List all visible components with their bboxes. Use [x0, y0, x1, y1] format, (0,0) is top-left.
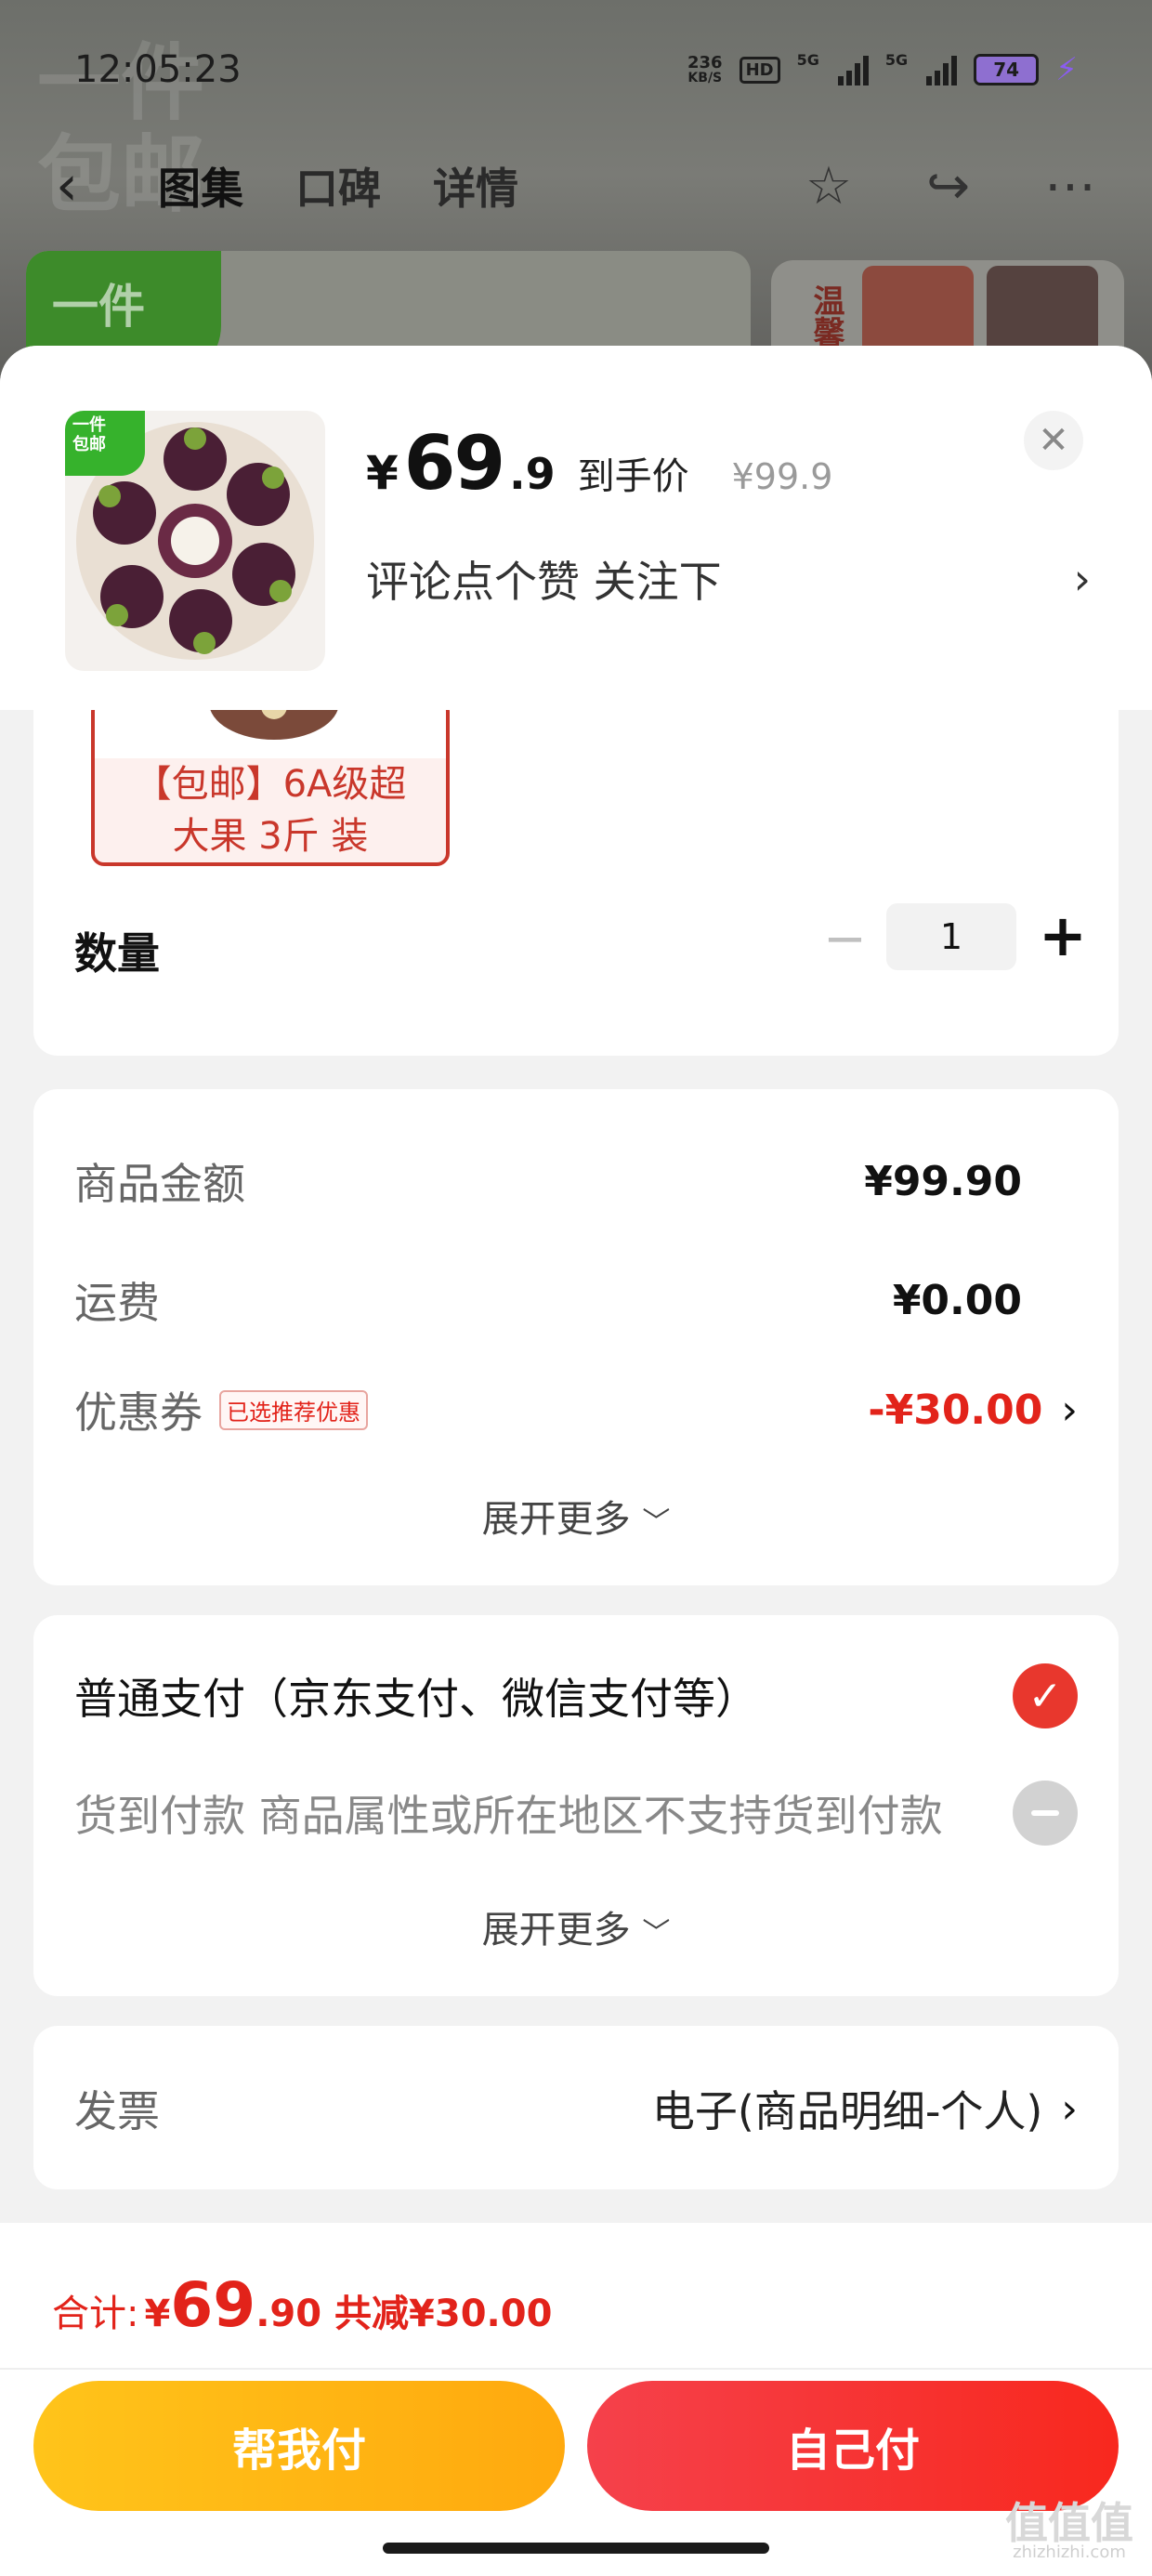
shipping-value: ¥0.00 — [892, 1276, 1022, 1324]
check-icon[interactable]: ✓ — [1013, 1663, 1078, 1728]
signal-icon-2 — [926, 54, 958, 85]
price-decimal: .9 — [509, 449, 556, 499]
nav-tabs: 图集 口碑 详情 — [158, 155, 518, 217]
quantity-decrement-button[interactable]: − — [823, 909, 867, 969]
expand-more-label: 展开更多 — [481, 1909, 631, 1952]
free-shipping-tag: 一件 包邮 — [65, 411, 145, 476]
total-symbol: ¥ — [144, 2293, 171, 2335]
goods-amount-value: ¥99.90 — [864, 1157, 1022, 1205]
payment-card: 普通支付（京东支付、微信支付等） ✓ 货到付款 商品属性或所在地区不支持货到付款… — [33, 1615, 1119, 1996]
expand-more-button[interactable]: 展开更多 ﹀ — [33, 1899, 1119, 1953]
coupon-row[interactable]: 优惠券 已选推荐优惠 -¥30.00 › — [74, 1379, 1078, 1440]
spec-option-selected[interactable]: 【包邮】6A级超 大果 3斤 装 — [91, 699, 450, 866]
hd-icon: HD — [739, 56, 780, 84]
price-row: ¥ 69 .9 到手价 ¥99.9 — [366, 420, 832, 506]
spec-option-image — [95, 703, 446, 758]
coupon-value: -¥30.00 — [868, 1386, 1043, 1434]
watermark-text: 值值值 — [1005, 2498, 1133, 2548]
invoice-row: 发票 电子(商品明细-个人) › — [74, 2078, 1078, 2139]
signal-icon — [837, 54, 869, 85]
battery-level: 74 — [993, 59, 1020, 81]
quantity-input[interactable]: 1 — [886, 903, 1016, 970]
mangosteen-image — [209, 703, 339, 740]
spec-option-label: 【包邮】6A级超 大果 3斤 装 — [95, 758, 446, 862]
disabled-icon — [1013, 1781, 1078, 1846]
tab-details[interactable]: 详情 — [433, 155, 518, 217]
sheet-header: 一件 包邮 ¥ 69 .9 到手价 ¥99.9 ✕ 评论点个赞 关注下 › — [0, 346, 1152, 710]
price-integer: 69 — [403, 420, 505, 506]
cost-card: 商品金额 ¥99.90 运费 ¥0.00 优惠券 已选推荐优惠 -¥30.00 … — [33, 1089, 1119, 1585]
coupon-badge: 已选推荐优惠 — [219, 1389, 368, 1430]
invoice-value: 电子(商品明细-个人) — [651, 2086, 1043, 2136]
home-indicator[interactable] — [383, 2543, 769, 2554]
network-speed-value: 236 — [687, 53, 723, 72]
goods-amount-label: 商品金额 — [74, 1159, 245, 1209]
charging-icon: ⚡ — [1055, 51, 1078, 88]
share-icon[interactable]: ↪ — [926, 156, 970, 217]
coupon-label-group: 优惠券 已选推荐优惠 — [74, 1379, 368, 1440]
status-indicators: 236 KB/S HD 5G 5G 74 ⚡ — [687, 51, 1078, 88]
payment-option-normal-label: 普通支付（京东支付、微信支付等） — [74, 1674, 758, 1724]
status-bar: 12:05:23 236 KB/S HD 5G 5G 74 ⚡ — [0, 37, 1152, 102]
selected-spec-text: 评论点个赞 关注下 — [366, 557, 722, 607]
invoice-value-group: 电子(商品明细-个人) › — [652, 2078, 1078, 2139]
goods-amount-row: 商品金额 ¥99.90 — [74, 1150, 1078, 1212]
coupon-label: 优惠券 — [74, 1387, 203, 1438]
coupon-value-group: -¥30.00 › — [868, 1387, 1078, 1434]
tab-reviews[interactable]: 口碑 — [295, 155, 381, 217]
network-speed-unit: KB/S — [687, 71, 723, 85]
tab-gallery[interactable]: 图集 — [158, 155, 243, 217]
close-icon[interactable]: ✕ — [1024, 411, 1083, 470]
chevron-down-icon: ﹀ — [642, 1506, 671, 1539]
divider — [0, 2368, 1152, 2370]
product-image[interactable]: 一件 包邮 — [65, 411, 325, 671]
chevron-right-icon: › — [1061, 1386, 1078, 1434]
signal-2-label: 5G — [884, 51, 909, 69]
network-speed: 236 KB/S — [687, 55, 723, 85]
watermark: 值值值 zhizhizhi.com — [1005, 2502, 1133, 2561]
invoice-label: 发票 — [74, 2086, 160, 2136]
nav-actions: ☆ ↪ ⋯ — [805, 156, 1096, 217]
price-symbol: ¥ — [366, 446, 399, 500]
quantity-label: 数量 — [74, 928, 160, 979]
spec-option-label-line1: 【包邮】6A级超 — [134, 763, 407, 806]
payment-option-cod: 货到付款 商品属性或所在地区不支持货到付款 — [74, 1781, 1078, 1846]
chevron-right-icon: › — [1073, 554, 1091, 604]
payment-option-cod-label: 货到付款 商品属性或所在地区不支持货到付款 — [74, 1791, 943, 1841]
chevron-down-icon: ﹀ — [642, 1917, 671, 1950]
total-integer: 69 — [170, 2269, 256, 2341]
back-arrow-icon[interactable]: ‹ — [56, 153, 121, 218]
original-price: ¥99.9 — [731, 456, 833, 497]
status-time: 12:05:23 — [74, 48, 242, 91]
chevron-right-icon: › — [1061, 2084, 1078, 2133]
shipping-label: 运费 — [74, 1278, 160, 1328]
quantity-increment-button[interactable]: + — [1039, 901, 1087, 969]
total-row: 合计: ¥ 69 .90 共减¥30.00 — [52, 2269, 552, 2341]
total-decimal: .90 — [255, 2293, 322, 2335]
pay-for-me-button[interactable]: 帮我付 — [33, 2381, 565, 2511]
expand-more-label: 展开更多 — [481, 1498, 631, 1541]
more-icon[interactable]: ⋯ — [1044, 156, 1096, 217]
payment-option-normal[interactable]: 普通支付（京东支付、微信支付等） ✓ — [74, 1663, 1078, 1728]
signal-1-label: 5G — [796, 51, 819, 69]
expand-more-button[interactable]: 展开更多 ﹀ — [33, 1489, 1119, 1543]
shipping-row: 运费 ¥0.00 — [74, 1269, 1078, 1331]
total-label: 合计: — [52, 2293, 139, 2335]
final-price-label: 到手价 — [577, 455, 689, 498]
star-icon[interactable]: ☆ — [805, 156, 852, 217]
spec-option-label-line2: 大果 3斤 装 — [172, 815, 369, 858]
top-nav: ‹ 图集 口碑 详情 ☆ ↪ ⋯ — [0, 149, 1152, 223]
invoice-card[interactable]: 发票 电子(商品明细-个人) › — [33, 2026, 1119, 2189]
selected-spec-row[interactable]: 评论点个赞 关注下 › — [366, 548, 1091, 610]
watermark-url: zhizhizhi.com — [1013, 2543, 1126, 2562]
battery-icon: 74 — [974, 54, 1040, 85]
total-savings: 共减¥30.00 — [334, 2293, 553, 2335]
pay-myself-button[interactable]: 自己付 — [587, 2381, 1119, 2511]
checkout-bar: 合计: ¥ 69 .90 共减¥30.00 帮我付 自己付 值值值 zhizhi… — [0, 2223, 1152, 2576]
background-page: 一件 包邮 12:05:23 236 KB/S HD 5G 5G 74 ⚡ ‹ — [0, 0, 1152, 390]
